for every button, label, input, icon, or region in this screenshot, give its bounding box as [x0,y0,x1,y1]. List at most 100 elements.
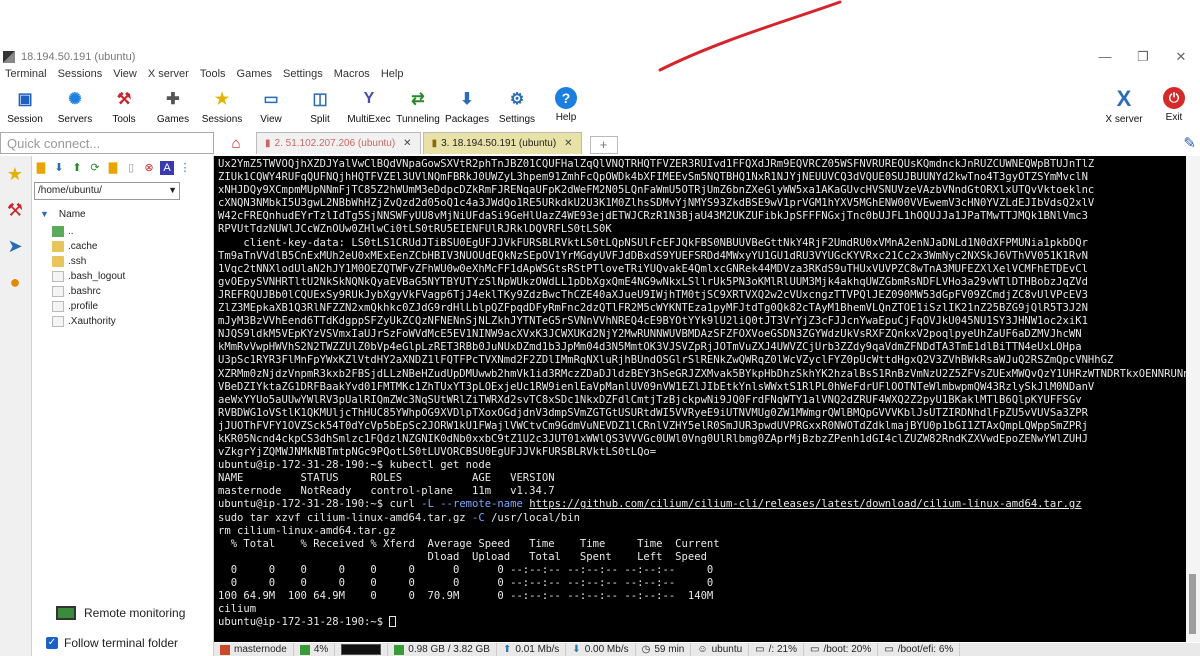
status-label: masternode [234,644,287,655]
file-row[interactable]: .bash_logout [32,269,213,284]
status-label: /: 21% [768,644,797,655]
text-edit-icon[interactable]: A [160,161,174,175]
exit-button[interactable]: ⏻ Exit [1145,86,1200,123]
quick-connect-input[interactable]: Quick connect... [0,132,214,154]
status-cpu-graph [335,643,389,656]
sftp-toolbar: ▇ ⬇ ⬆ ⟳ ▇ ▯ ⊗ A ⋮ [32,156,213,180]
new-file-icon[interactable]: ▯ [124,161,138,175]
file-list-header[interactable]: ▼ Name [32,204,213,224]
sftp-tab[interactable]: ● [0,264,30,300]
path-dropdown[interactable]: /home/ubuntu/ ▼ [34,182,180,200]
file-name: .profile [68,301,99,312]
folder-icon [52,256,64,267]
parent-folder-icon [52,226,64,237]
side-tabs: ★ ⚒ ➤ ● [0,156,32,656]
tools-icon: ⚒ [116,91,132,108]
menu-tools[interactable]: Tools [200,68,226,84]
packages-icon: ⬇ [460,91,474,108]
power-icon: ⏻ [1163,87,1185,109]
view-label: View [260,114,282,125]
server-icon [220,644,230,655]
terminal-line: ubuntu@ip-172-31-28-190:~$ kubectl get n… [218,459,1182,472]
tab-label: 3. 18.194.50.191 (ubuntu) [441,138,557,149]
terminal-line: ZIUk1CQWY4RUFqQUFNQjhHQTFVZEl3UVlNQmFBRk… [218,171,1088,184]
menu-view[interactable]: View [113,68,137,84]
minimize-icon[interactable]: — [1086,47,1124,67]
macros-tab[interactable]: ➤ [0,228,30,264]
terminal-cursor [389,616,397,628]
terminal-line: 1Vqc2tNNXlodUlaN2hJY1M0OEZQTWFvZFhWU0w0e… [218,262,1088,275]
view-icon: ▭ [263,91,279,108]
paperclip-icon[interactable]: ✎ [1183,134,1196,152]
command-option: -L --remote-name [421,498,523,511]
home-tab-icon[interactable]: ⌂ [216,132,256,154]
delete-icon[interactable]: ⊗ [142,161,156,175]
terminal-scrollbar[interactable] [1186,156,1200,642]
menu-xserver[interactable]: X server [148,68,189,84]
terminal-line: kMmRvVwpHWVhS2N2TWZZUlZ0bVp4eGlpLzRET3RB… [218,341,1082,354]
menu-games[interactable]: Games [237,68,272,84]
terminal-line: xNHJDQy9XCmpmMUpNNmFjTC85Z2hWUmM3eDdpcDZ… [218,184,1095,197]
folder-up-icon[interactable]: ▇ [34,161,48,175]
tab-session-2[interactable]: ▮ 2. 51.102.207.206 (ubuntu) ✕ [256,132,421,154]
file-row[interactable]: .. [32,224,213,239]
session-label: Session [7,114,43,125]
command: sudo tar xzvf cilium-linux-amd64.tar.gz [218,511,466,524]
sessions-star-tab[interactable]: ★ [0,156,30,192]
command-url[interactable]: https://github.com/cilium/cilium-cli/rel… [529,498,1081,510]
follow-terminal-checkbox[interactable]: ✓ Follow terminal folder [46,636,178,650]
close-icon[interactable]: ✕ [1162,47,1200,67]
close-tab-icon[interactable]: ✕ [564,138,572,149]
checkbox-checked-icon: ✓ [46,637,58,649]
servers-label: Servers [57,114,93,125]
file-name: .ssh [68,256,87,267]
status-disk-efi: ▭/boot/efi: 6% [878,643,961,656]
new-tab-icon[interactable]: + [589,136,618,154]
terminal-output[interactable]: Ux2YmZ5TWVOQjhXZDJYalVwClBQdVNpaGowSXVtR… [214,156,1186,642]
menu-terminal[interactable]: Terminal [5,68,47,84]
upload-icon[interactable]: ⬆ [70,161,84,175]
status-label: /boot: 20% [823,644,872,655]
file-icon [52,271,64,282]
help-button[interactable]: ? Help [537,86,595,123]
restore-icon[interactable]: ❐ [1124,47,1162,67]
settings-label: Settings [498,114,536,125]
refresh-icon[interactable]: ⟳ [88,161,102,175]
status-label: 4% [313,644,329,655]
status-label: ubuntu [711,644,743,655]
close-tab-icon[interactable]: ✕ [403,138,411,149]
file-row[interactable]: .ssh [32,254,213,269]
prompt: ubuntu@ip-172-31-28-190:~$ [218,498,384,511]
tab-label: 2. 51.102.207.206 (ubuntu) [274,138,396,149]
games-label: Games [156,114,190,125]
menu-help[interactable]: Help [381,68,404,84]
clock-icon: ◷ [641,644,651,655]
file-row[interactable]: .profile [32,299,213,314]
tools-tab[interactable]: ⚒ [0,192,30,228]
new-folder-icon[interactable]: ▇ [106,161,120,175]
file-row[interactable]: .Xauthority [32,314,213,329]
help-icon: ? [555,87,577,109]
scrollbar-thumb[interactable] [1189,574,1196,634]
tunneling-icon: ⇄ [411,91,425,108]
terminal-line: kKR05Ncnd4ckpCS3dhSmlzc1FQdzlNZGNIK0dNb0… [218,432,1088,445]
terminal-line: ubuntu@ip-172-31-28-190:~$ [218,616,1182,629]
file-row[interactable]: .bashrc [32,284,213,299]
xserver-icon: X [1116,86,1132,111]
split-label: Split [310,114,330,125]
tab-session-3[interactable]: ▮ 3. 18.194.50.191 (ubuntu) ✕ [422,132,582,154]
terminal-line: RVBDWG1oVStlK1QKMUljcThHUC85YWhpOG9XVDlp… [218,406,1088,419]
terminal-tab-icon: ▮ [265,138,271,149]
menu-sessions[interactable]: Sessions [58,68,103,84]
file-row[interactable]: .cache [32,239,213,254]
dots-icon[interactable]: ⋮ [178,161,192,175]
menu-macros[interactable]: Macros [334,68,370,84]
terminal-line: NAME STATUS ROLES AGE VERSION [218,472,555,485]
cpu-icon [299,644,310,655]
download-icon[interactable]: ⬇ [52,161,66,175]
remote-monitoring-button[interactable]: Remote monitoring [56,606,185,620]
file-name: .bash_logout [68,271,126,282]
window-title: 18.194.50.191 (ubuntu) [21,51,136,63]
menu-settings[interactable]: Settings [283,68,323,84]
terminal-line: client-key-data: LS0tLS1CRUdJTiBSU0EgUFJ… [218,236,1088,249]
